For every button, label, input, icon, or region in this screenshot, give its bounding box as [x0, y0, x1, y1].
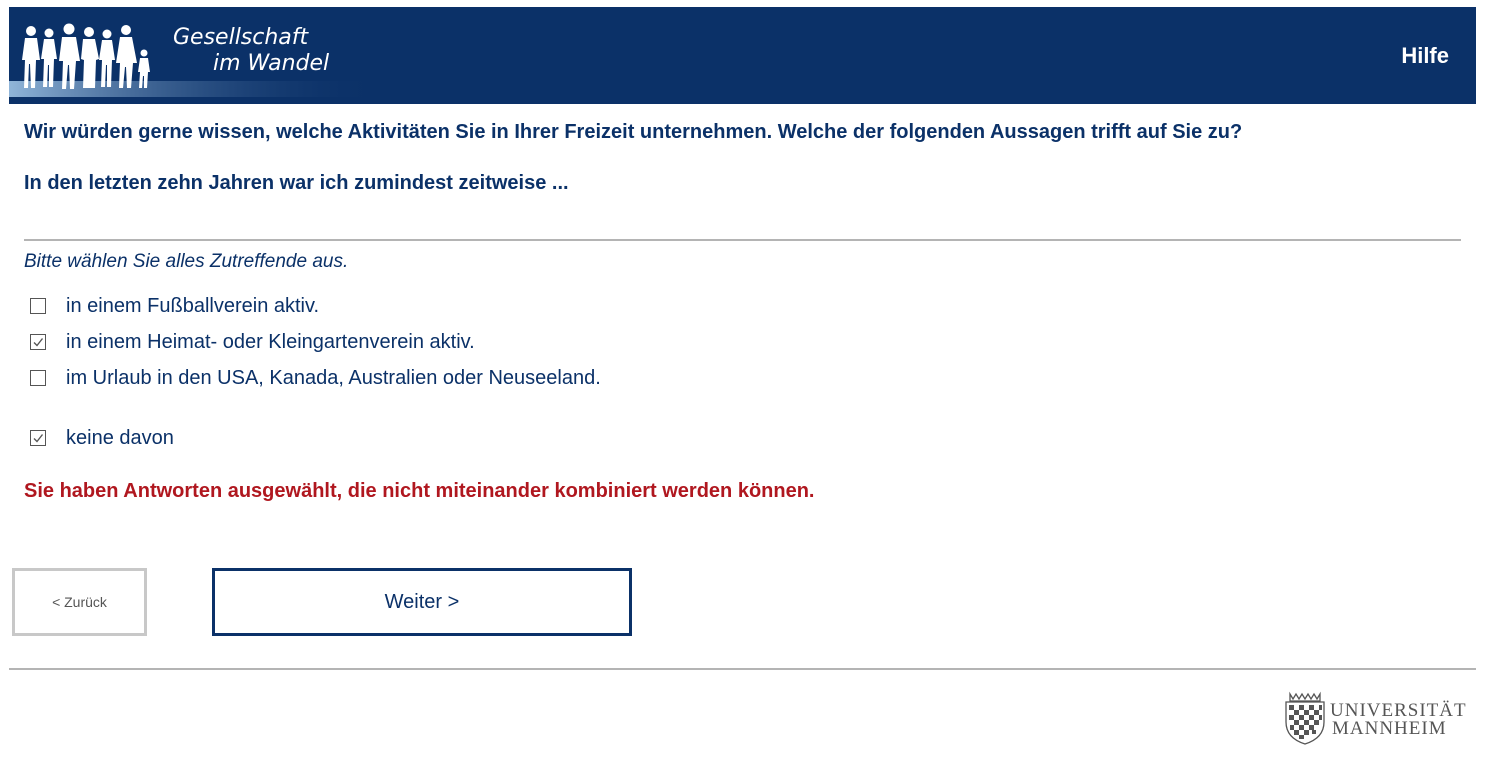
- back-button[interactable]: < Zurück: [12, 568, 147, 636]
- error-message: Sie haben Antworten ausgewählt, die nich…: [24, 480, 815, 502]
- logo-line-1: Gesellschaft: [173, 25, 309, 50]
- university-logo: UNIVERSITÄT MANNHEIM: [1280, 688, 1480, 748]
- option-keine-davon[interactable]: keine davon: [30, 426, 174, 450]
- help-link[interactable]: Hilfe: [1401, 43, 1449, 69]
- option-fussballverein[interactable]: in einem Fußballverein aktiv.: [30, 294, 319, 318]
- logo-line-2: im Wandel: [213, 51, 330, 76]
- checkbox-keine-davon[interactable]: [30, 430, 46, 446]
- checkmark-icon: [33, 434, 44, 443]
- university-name: UNIVERSITÄT MANNHEIM: [1330, 701, 1467, 739]
- option-label: in einem Fußballverein aktiv.: [66, 295, 320, 317]
- question-subtext: In den letzten zehn Jahren war ich zumin…: [24, 172, 569, 194]
- option-heimatverein[interactable]: in einem Heimat- oder Kleingartenverein …: [30, 330, 475, 354]
- checkbox-urlaub[interactable]: [30, 370, 46, 386]
- university-line-2: MANNHEIM: [1332, 718, 1447, 739]
- checkmark-icon: [33, 338, 44, 347]
- option-label: in einem Heimat- oder Kleingartenverein …: [66, 331, 475, 353]
- option-label: keine davon: [66, 427, 174, 449]
- checkbox-heimatverein[interactable]: [30, 334, 46, 350]
- logo-title: Gesellschaft im Wandel: [169, 25, 329, 77]
- header-banner: Gesellschaft im Wandel Hilfe: [9, 7, 1476, 104]
- footer-divider: [9, 668, 1476, 670]
- option-urlaub[interactable]: im Urlaub in den USA, Kanada, Australien…: [30, 366, 601, 390]
- project-logo: Gesellschaft im Wandel: [9, 7, 379, 104]
- university-crest-icon: [1285, 691, 1325, 745]
- next-button[interactable]: Weiter >: [212, 568, 632, 636]
- instruction-text: Bitte wählen Sie alles Zutreffende aus.: [24, 251, 349, 272]
- option-label: im Urlaub in den USA, Kanada, Australien…: [66, 367, 601, 389]
- question-text: Wir würden gerne wissen, welche Aktivitä…: [24, 121, 1243, 143]
- checkbox-fussballverein[interactable]: [30, 298, 46, 314]
- question-divider: [24, 239, 1461, 241]
